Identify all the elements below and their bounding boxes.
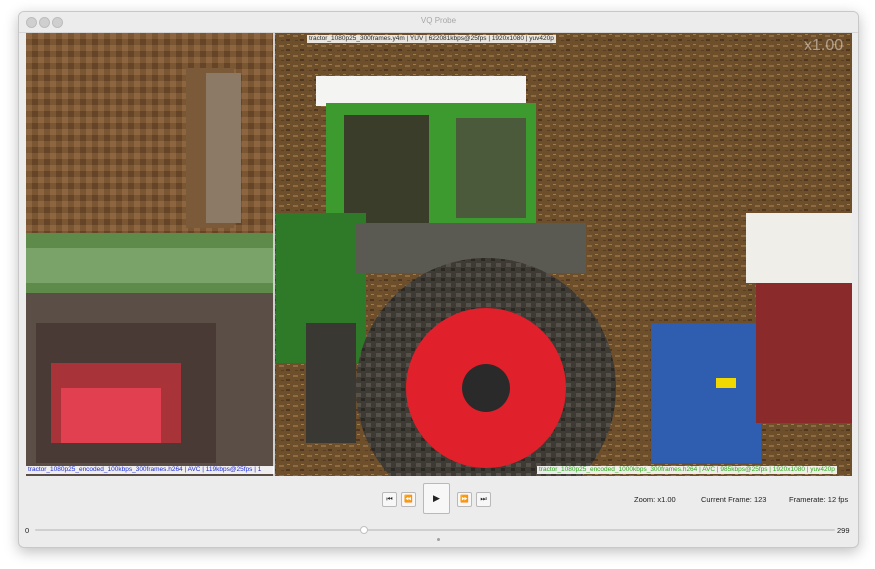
previous-frame-button[interactable]: ⏪ [401,492,416,507]
playback-controls: ⏮ ⏪ ▶ ⏩ ⏭ Zoom: x1.00 Current Frame: 123… [19,478,858,547]
timeline-max-label: 299 [837,526,850,535]
current-frame-readout: Current Frame: 123 [701,495,766,504]
video-viewport[interactable]: tractor_1080p25_300frames.y4m | YUV | 62… [26,33,852,476]
zoom-overlay: x1.00 [804,37,844,54]
next-frame-button[interactable]: ⏩ [457,492,472,507]
last-frame-button[interactable]: ⏭ [476,492,491,507]
zoom-value: x1.00 [657,495,676,504]
play-icon: ▶ [433,493,440,503]
window-title: VQ Probe [420,16,457,25]
video-frame [26,33,852,476]
step-back-icon: ⏪ [404,496,413,503]
zoom-readout: Zoom: x1.00 [634,495,676,504]
left-stream-label: tractor_1080p25_encoded_100kbps_300frame… [26,466,274,474]
framerate-label: Framerate: [789,495,826,504]
current-frame-label: Current Frame: [701,495,752,504]
zoom-label: Zoom: [634,495,656,504]
framerate-unit: fps [838,495,849,504]
skip-forward-icon: ⏭ [480,496,487,503]
timeline-min-label: 0 [25,526,30,535]
current-frame-value: 123 [753,495,767,504]
title-bar: VQ Probe [19,12,858,33]
framerate-value: 12 [827,495,837,504]
step-forward-icon: ⏩ [460,496,469,503]
skip-back-icon: ⏮ [386,496,393,503]
timeline-slider[interactable] [35,529,835,531]
framerate-readout: Framerate: 12 fps [789,495,848,504]
right-stream-label: tractor_1080p25_encoded_1000kbps_300fram… [537,466,837,474]
first-frame-button[interactable]: ⏮ [382,492,397,507]
resize-handle-dot[interactable] [437,538,440,541]
play-button[interactable]: ▶ [423,483,450,514]
top-stream-label: tractor_1080p25_300frames.y4m | YUV | 62… [307,35,556,43]
app-window: VQ Probe tractor_1080p25_300frames.y4m |… [18,11,859,548]
